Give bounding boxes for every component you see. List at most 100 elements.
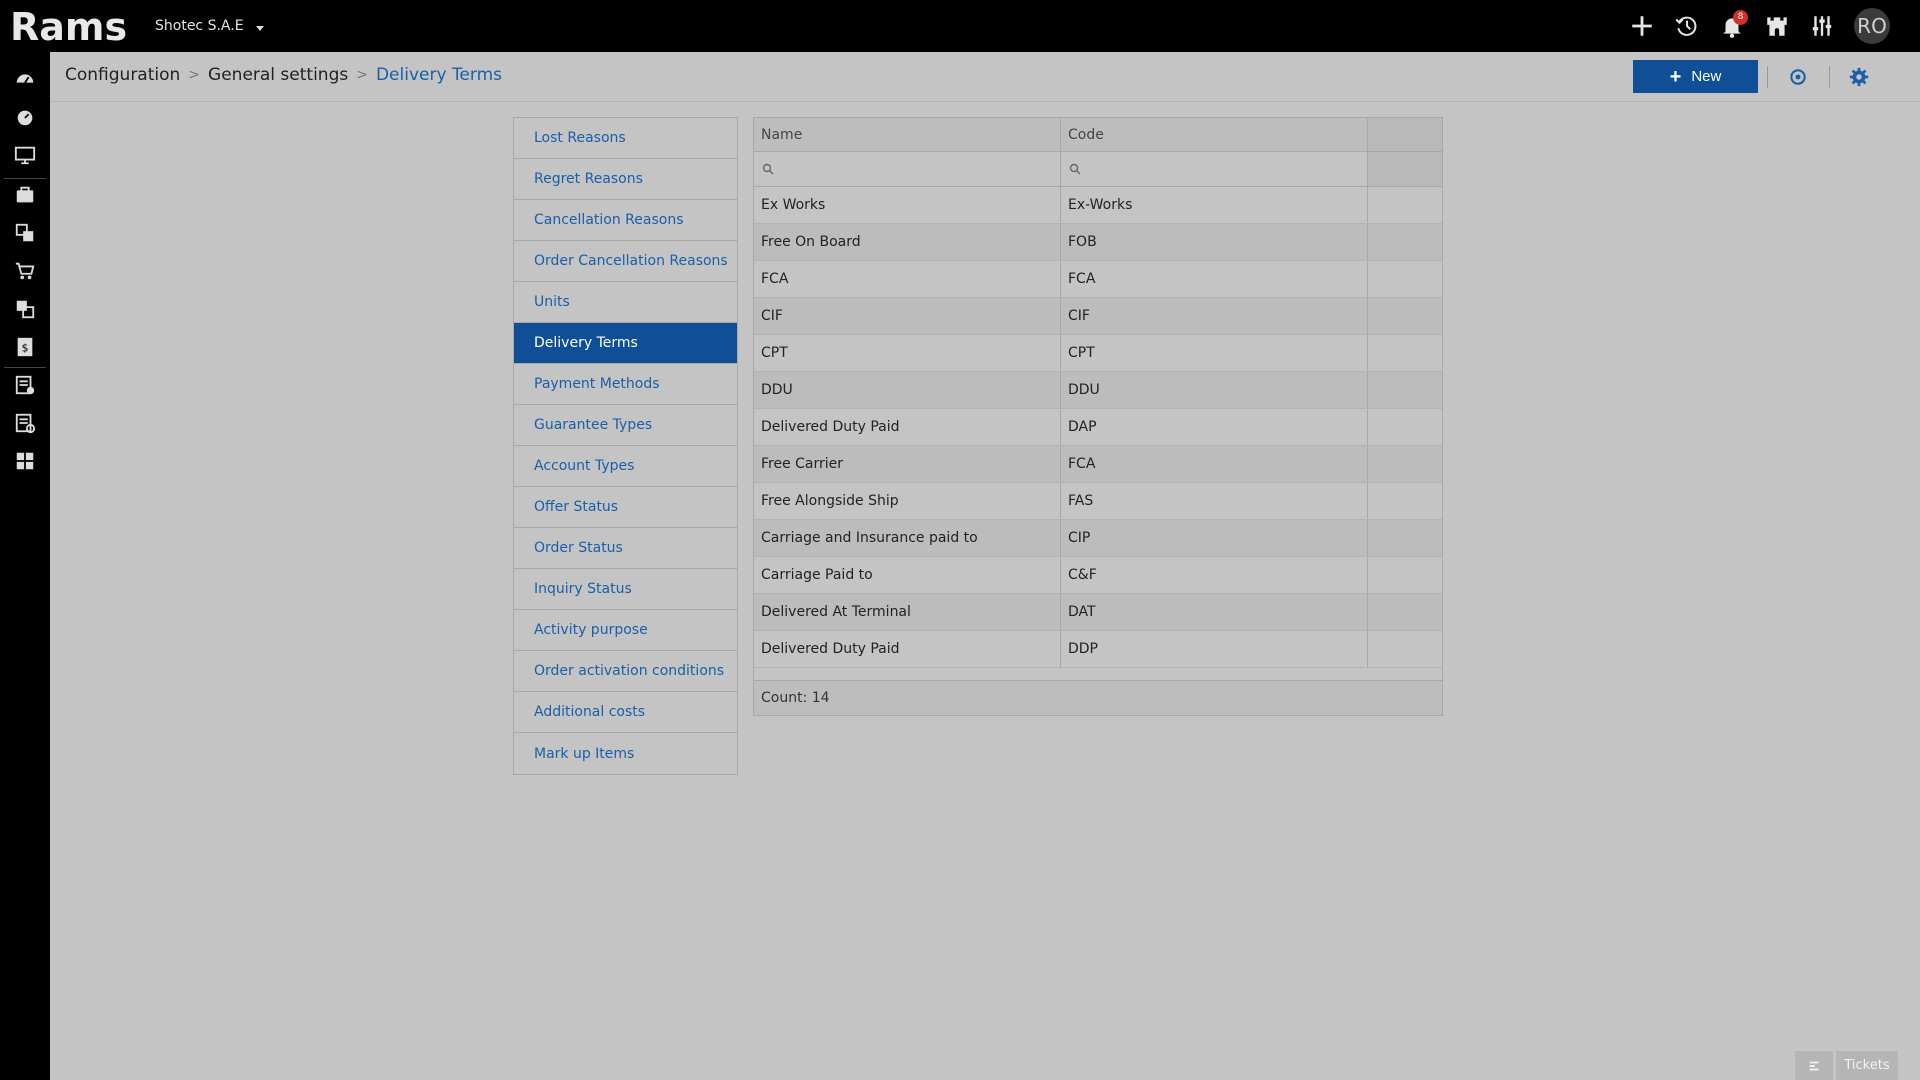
cell-actions	[1368, 335, 1442, 371]
cell-name: Delivered Duty Paid	[754, 409, 1061, 445]
gauge-icon[interactable]	[0, 98, 50, 136]
castle-icon[interactable]	[1754, 0, 1799, 52]
column-header-name[interactable]: Name	[754, 118, 1061, 151]
cell-code: FAS	[1061, 483, 1368, 519]
chevron-right-icon: >	[356, 67, 368, 83]
grid-body[interactable]: Ex Works Ex-Works Free On Board FOB FCA …	[754, 187, 1442, 680]
dashboard-icon[interactable]	[0, 60, 50, 98]
settings-item-additional-costs[interactable]: Additional costs	[514, 692, 737, 733]
collapse-icon[interactable]	[1795, 1051, 1833, 1080]
code-filter-input[interactable]	[1061, 152, 1368, 186]
table-row[interactable]: Delivered At Terminal DAT	[754, 594, 1442, 631]
refresh-icon[interactable]	[1785, 64, 1811, 90]
cell-name: Ex Works	[754, 187, 1061, 223]
briefcase-icon[interactable]	[0, 176, 50, 214]
cell-name: Free Alongside Ship	[754, 483, 1061, 519]
cell-actions	[1368, 594, 1442, 630]
documents-icon[interactable]	[0, 214, 50, 252]
tickets-widget[interactable]: Tickets	[1795, 1051, 1898, 1080]
cell-code: DDU	[1061, 372, 1368, 408]
new-button-label: New	[1691, 68, 1722, 85]
settings-item-order-activation-conditions[interactable]: Order activation conditions	[514, 651, 737, 692]
settings-item-delivery-terms[interactable]: Delivery Terms	[514, 323, 737, 364]
table-row[interactable]: Delivered Duty Paid DAP	[754, 409, 1442, 446]
cell-actions	[1368, 372, 1442, 408]
settings-item-order-status[interactable]: Order Status	[514, 528, 737, 569]
cell-code: FCA	[1061, 261, 1368, 297]
plus-icon[interactable]	[1619, 0, 1664, 52]
cell-actions	[1368, 631, 1442, 667]
delivery-terms-grid: Name Code Ex Works Ex-Works Free On Boar…	[753, 117, 1443, 716]
rams-logo[interactable]: Rams	[10, 4, 134, 48]
monitor-icon[interactable]	[0, 136, 50, 174]
reports-icon[interactable]	[0, 290, 50, 328]
top-actions: 8 RO	[1619, 0, 1920, 52]
company-selector[interactable]: Shotec S.A.E	[155, 18, 264, 34]
cell-actions	[1368, 261, 1442, 297]
settings-item-activity-purpose[interactable]: Activity purpose	[514, 610, 737, 651]
header-divider	[1767, 66, 1768, 88]
cart-icon[interactable]	[0, 252, 50, 290]
cell-actions	[1368, 298, 1442, 334]
cell-name: Carriage Paid to	[754, 557, 1061, 593]
cell-actions	[1368, 557, 1442, 593]
settings-item-offer-status[interactable]: Offer Status	[514, 487, 737, 528]
table-row[interactable]: CPT CPT	[754, 335, 1442, 372]
settings-item-payment-methods[interactable]: Payment Methods	[514, 364, 737, 405]
table-row[interactable]: Carriage Paid to C&F	[754, 557, 1442, 594]
settings-item-regret-reasons[interactable]: Regret Reasons	[514, 159, 737, 200]
name-filter-input[interactable]	[754, 152, 1061, 186]
history-icon[interactable]	[1664, 0, 1709, 52]
cell-code: DAT	[1061, 594, 1368, 630]
filter-actions-cell	[1368, 152, 1442, 186]
search-icon	[762, 163, 774, 175]
table-row[interactable]: DDU DDU	[754, 372, 1442, 409]
table-row[interactable]: CIF CIF	[754, 298, 1442, 335]
plus-icon: +	[1669, 65, 1682, 88]
cell-name: Free On Board	[754, 224, 1061, 260]
tickets-label[interactable]: Tickets	[1836, 1051, 1898, 1080]
bell-icon[interactable]: 8	[1709, 0, 1754, 52]
page-title: Delivery Terms	[375, 65, 502, 85]
avatar[interactable]: RO	[1854, 8, 1890, 44]
cell-name: CPT	[754, 335, 1061, 371]
sliders-icon[interactable]	[1799, 0, 1844, 52]
breadcrumb-general-settings[interactable]: General settings	[208, 65, 348, 85]
table-row[interactable]: Free Alongside Ship FAS	[754, 483, 1442, 520]
chevron-down-icon	[255, 25, 264, 31]
settings-item-inquiry-status[interactable]: Inquiry Status	[514, 569, 737, 610]
checklist-icon[interactable]	[0, 366, 50, 404]
settings-item-units[interactable]: Units	[514, 282, 737, 323]
cell-actions	[1368, 446, 1442, 482]
table-row[interactable]: Delivered Duty Paid DDP	[754, 631, 1442, 668]
table-row[interactable]: Free On Board FOB	[754, 224, 1442, 261]
cell-code: CIF	[1061, 298, 1368, 334]
notification-badge: 8	[1733, 10, 1748, 25]
settings-item-account-types[interactable]: Account Types	[514, 446, 737, 487]
company-name: Shotec S.A.E	[155, 18, 244, 34]
settings-item-cancellation-reasons[interactable]: Cancellation Reasons	[514, 200, 737, 241]
cell-code: Ex-Works	[1061, 187, 1368, 223]
breadcrumb-configuration[interactable]: Configuration	[65, 65, 180, 85]
chevron-right-icon: >	[188, 67, 201, 83]
new-button[interactable]: + New	[1633, 60, 1758, 93]
settings-item-mark-up-items[interactable]: Mark up Items	[514, 733, 737, 774]
cell-name: Carriage and Insurance paid to	[754, 520, 1061, 556]
settings-item-guarantee-types[interactable]: Guarantee Types	[514, 405, 737, 446]
gear-icon[interactable]	[1846, 64, 1872, 90]
settings-item-lost-reasons[interactable]: Lost Reasons	[514, 118, 737, 159]
settings-list-icon[interactable]	[0, 404, 50, 442]
column-header-code[interactable]: Code	[1061, 118, 1368, 151]
invoice-icon[interactable]: $	[0, 328, 50, 366]
settings-item-order-cancellation-reasons[interactable]: Order Cancellation Reasons	[514, 241, 737, 282]
cell-name: DDU	[754, 372, 1061, 408]
table-row[interactable]: Ex Works Ex-Works	[754, 187, 1442, 224]
table-row[interactable]: Free Carrier FCA	[754, 446, 1442, 483]
search-icon	[1069, 163, 1081, 175]
table-row[interactable]: FCA FCA	[754, 261, 1442, 298]
table-row[interactable]: Carriage and Insurance paid to CIP	[754, 520, 1442, 557]
breadcrumb: Configuration > General settings > Deliv…	[65, 65, 502, 85]
column-header-actions	[1368, 118, 1442, 151]
grid-layout-icon[interactable]	[0, 442, 50, 480]
cell-code: DAP	[1061, 409, 1368, 445]
